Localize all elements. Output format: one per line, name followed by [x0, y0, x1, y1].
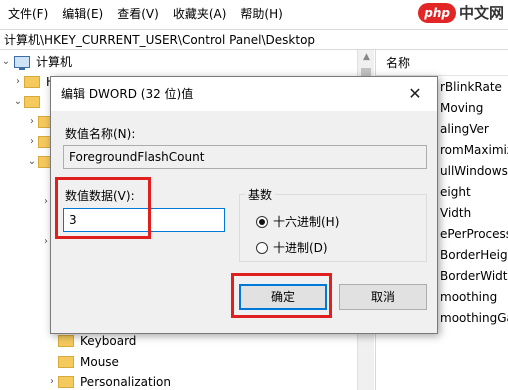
tree-root[interactable]: ⌄ 计算机 — [0, 52, 72, 72]
watermark-badge: php — [418, 2, 456, 23]
radio-decimal-label: 十进制(D) — [273, 241, 328, 255]
watermark-logo: php 中文网 — [418, 2, 504, 23]
menu-favorites[interactable]: 收藏夹(A) — [165, 0, 233, 28]
menu-help[interactable]: 帮助(H) — [232, 0, 288, 28]
value-data-label: 数值数据(V): — [65, 189, 135, 203]
tree-root-label: 计算机 — [36, 55, 73, 69]
chevron-down-icon[interactable]: ⌄ — [12, 92, 24, 112]
folder-icon — [58, 376, 74, 388]
scroll-up-icon[interactable]: ▲ — [358, 52, 375, 62]
chevron-right-icon[interactable]: › — [12, 72, 24, 92]
folder-icon — [24, 76, 40, 88]
value-name: Vidth — [440, 206, 472, 220]
tree-item-expanded[interactable]: ⌄ — [12, 92, 46, 112]
chevron-right-icon[interactable]: › — [46, 372, 58, 390]
base-group-title: 基数 — [245, 186, 276, 203]
value-name-label: 数值名称(N): — [65, 127, 136, 141]
value-name-field[interactable]: ForegroundFlashCount — [63, 145, 427, 169]
radio-decimal[interactable]: 十进制(D) — [256, 239, 328, 256]
folder-icon — [24, 96, 40, 108]
radio-decimal-indicator[interactable] — [256, 241, 268, 254]
tree-item-label: Keyboard — [80, 334, 137, 348]
tree-item-keyboard[interactable]: Keyboard — [46, 331, 136, 351]
value-name: rBlinkRate — [440, 80, 502, 94]
ok-button[interactable]: 确定 — [239, 284, 327, 310]
chevron-right-icon[interactable]: › — [26, 132, 38, 152]
menu-file[interactable]: 文件(F) — [0, 0, 54, 28]
dialog-title: 编辑 DWORD (32 位)值 — [61, 87, 194, 101]
folder-icon — [58, 356, 74, 368]
tree-item-label: Personalization — [80, 375, 171, 389]
address-bar[interactable]: 计算机\HKEY_CURRENT_USER\Control Panel\Desk… — [0, 29, 508, 50]
computer-icon — [14, 56, 30, 70]
chevron-down-icon[interactable]: ⌄ — [0, 52, 12, 72]
chevron-right-icon[interactable]: › — [26, 112, 38, 132]
radio-hex[interactable]: 十六进制(H) — [256, 213, 339, 230]
value-name: eight — [440, 185, 471, 199]
radio-hex-label: 十六进制(H) — [273, 215, 340, 229]
watermark-text: 中文网 — [458, 4, 504, 22]
cancel-button[interactable]: 取消 — [339, 284, 427, 310]
radio-hex-indicator[interactable] — [256, 215, 268, 228]
chevron-down-icon[interactable]: ⌄ — [26, 152, 38, 172]
folder-icon — [58, 335, 74, 347]
value-name: Moving — [440, 101, 484, 115]
value-name: ePerProcessS — [440, 227, 508, 241]
value-name: moothing — [440, 290, 498, 304]
menu-view[interactable]: 查看(V) — [109, 0, 165, 28]
tree-item-label: Mouse — [80, 355, 119, 369]
tree-item-mouse[interactable]: Mouse — [46, 352, 119, 372]
edit-dword-dialog: 编辑 DWORD (32 位)值 ✕ 数值名称(N): ForegroundFl… — [50, 76, 438, 334]
value-name: BorderHeigh — [440, 248, 508, 262]
value-data-input[interactable]: 3 — [63, 208, 225, 232]
close-icon[interactable]: ✕ — [401, 81, 429, 107]
value-name: moothingGar — [440, 311, 508, 325]
menu-edit[interactable]: 编辑(E) — [54, 0, 109, 28]
value-name: BorderWidth — [440, 269, 508, 283]
value-name: romMaximiz — [440, 143, 508, 157]
column-header-name[interactable]: 名称 — [376, 50, 508, 76]
tree-item-personalization[interactable]: › Personalization — [46, 372, 171, 390]
dialog-titlebar[interactable]: 编辑 DWORD (32 位)值 ✕ — [51, 77, 437, 111]
value-name: ullWindows — [440, 164, 508, 178]
value-name: alingVer — [440, 122, 489, 136]
